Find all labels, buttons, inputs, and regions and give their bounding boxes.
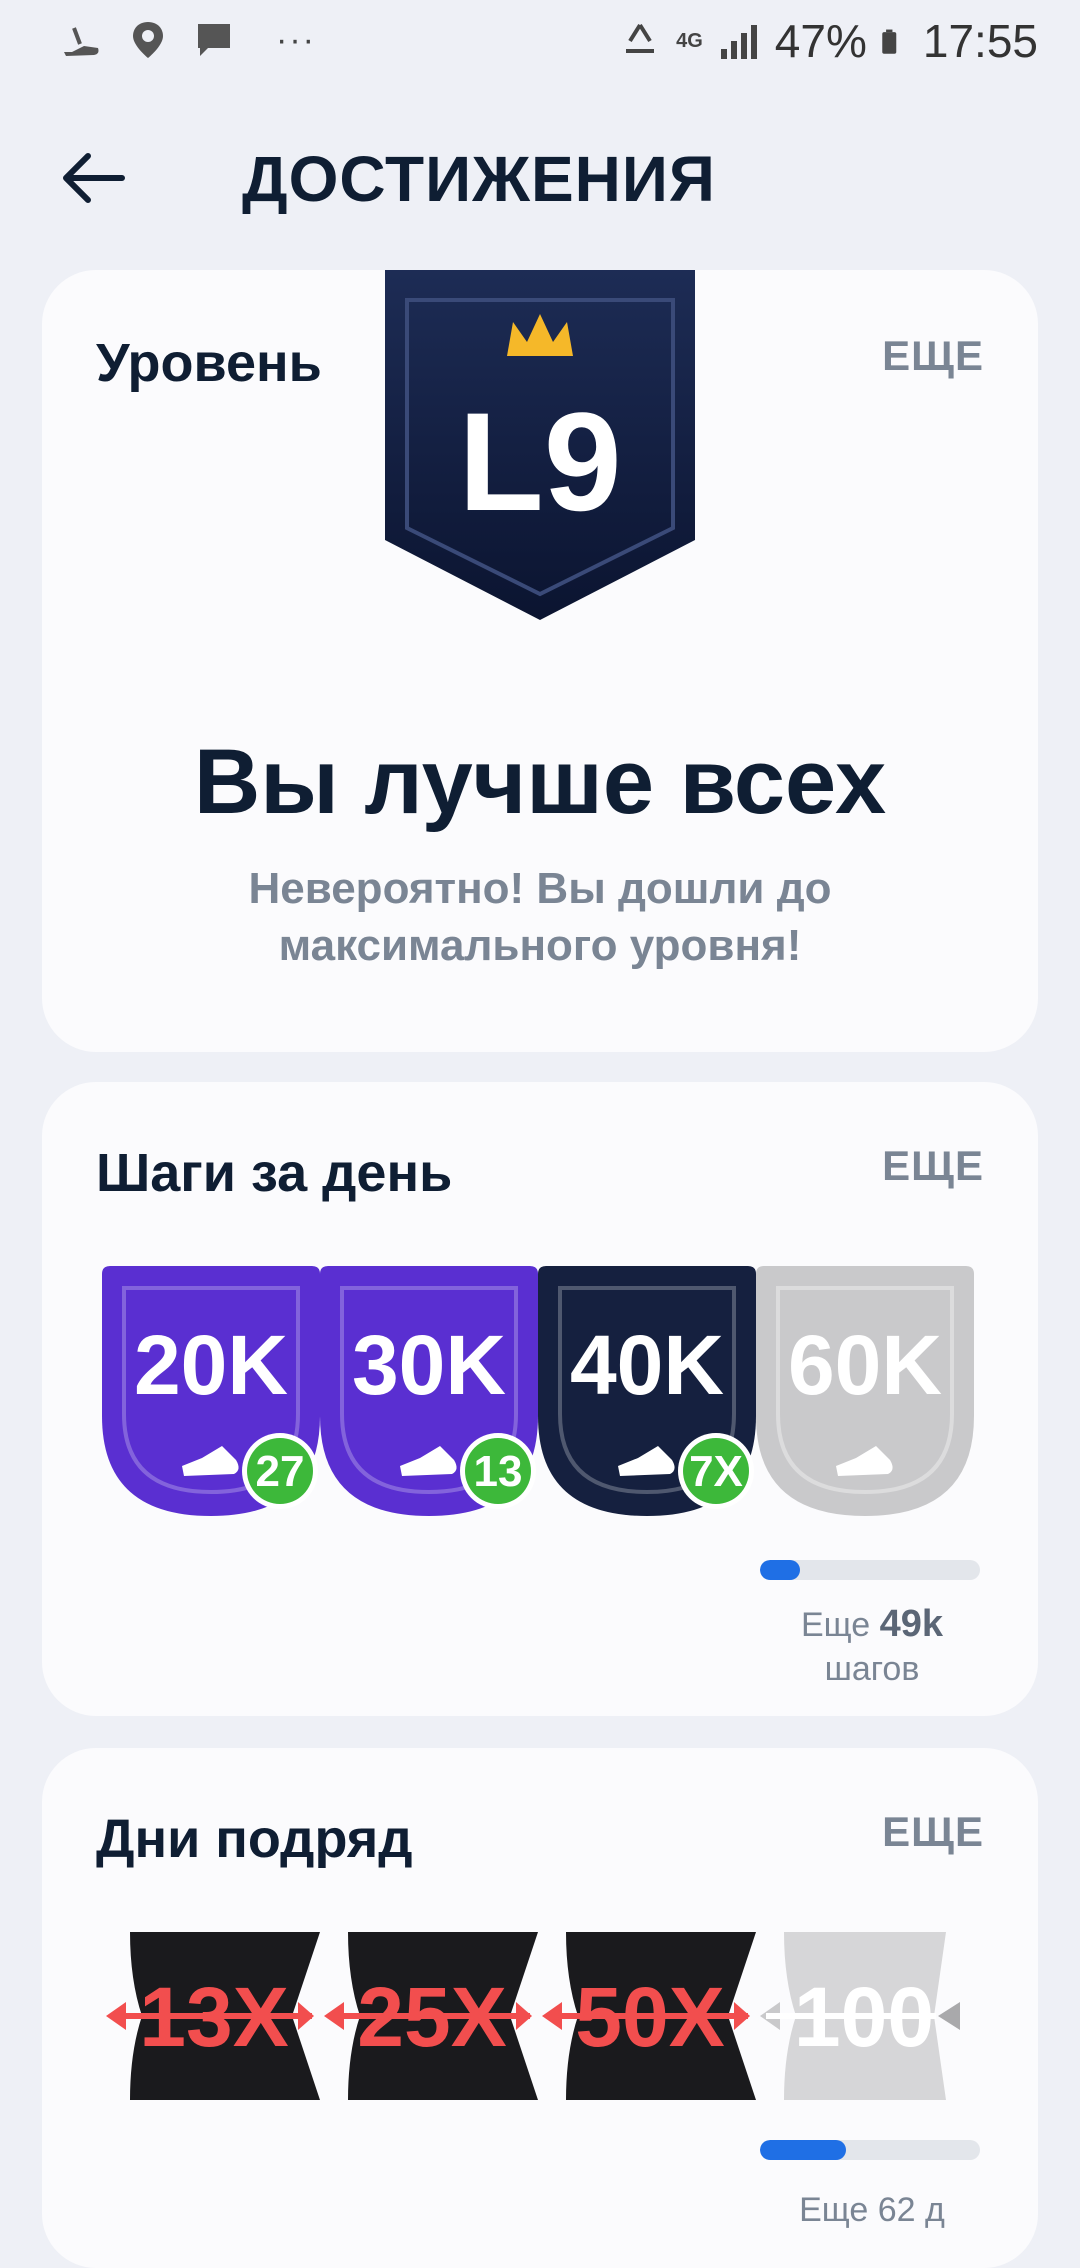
steps-badge-label: 20K (134, 1318, 288, 1412)
steps-remaining-prefix: Еще (800, 1606, 871, 1644)
level-subtitle-line2: максимального уровня! (278, 921, 802, 970)
streak-badge[interactable]: 25X (320, 1932, 538, 2100)
steps-remaining-value: 49k (879, 1603, 944, 1645)
notification-icons: ··· (60, 18, 316, 62)
steps-badge-label: 40K (570, 1318, 724, 1412)
app-header: ДОСТИЖЕНИЯ (0, 120, 1080, 240)
streak-badge-locked[interactable]: 100 (756, 1932, 974, 2100)
streak-progress-fill (760, 2140, 846, 2160)
steps-badge-row: 20K 27 30K 13 40K 7X 60K (102, 1266, 982, 1526)
streak-badge-label: 100 (794, 1970, 934, 2064)
level-card: Уровень ЕЩЕ L9 Вы лучше всех Невероятно!… (42, 270, 1038, 1052)
steps-progress-fill (760, 1560, 800, 1580)
battery-percent: 47% (774, 15, 867, 67)
more-notifications-icon: ··· (276, 20, 316, 59)
steps-more-button[interactable]: ЕЩЕ (882, 1142, 984, 1190)
status-bar: ··· 4G 47% 17:55 (0, 0, 1080, 90)
signal-icon (720, 25, 757, 59)
location-pin-icon (133, 22, 163, 58)
level-subtitle: Невероятно! Вы дошли до максимального ур… (42, 860, 1038, 974)
system-icons: 4G 47% 17:55 (618, 14, 1038, 68)
steps-badge-count: 7X (689, 1447, 743, 1496)
steps-badge[interactable]: 30K 13 (320, 1266, 538, 1516)
streak-badge-label: 13X (139, 1970, 288, 2064)
streak-badge-label: 50X (575, 1970, 724, 2064)
clock: 17:55 (922, 15, 1038, 67)
streak-card: Дни подряд ЕЩЕ 13X 25X 50X 100 Еще 62 д (42, 1748, 1038, 2268)
streak-badge-label: 25X (357, 1970, 506, 2064)
steps-remaining-unit: шагов (824, 1650, 920, 1688)
streak-progress-bar (760, 2140, 980, 2160)
streak-card-title: Дни подряд (96, 1809, 413, 1869)
steps-badge-label: 30K (352, 1318, 506, 1412)
streak-badge[interactable]: 50X (538, 1932, 756, 2100)
streak-more-button[interactable]: ЕЩЕ (882, 1808, 984, 1856)
page-title: ДОСТИЖЕНИЯ (242, 143, 716, 215)
steps-badge-locked[interactable]: 60K (756, 1266, 974, 1516)
streak-badge[interactable]: 13X (102, 1932, 320, 2100)
steps-badge[interactable]: 40K 7X (538, 1266, 756, 1516)
steps-badge-count: 13 (474, 1447, 523, 1496)
streak-remaining: Еще 62 д (799, 2191, 945, 2229)
steps-badge[interactable]: 20K 27 (102, 1266, 320, 1516)
steps-card-title: Шаги за день (96, 1143, 453, 1203)
back-arrow-icon[interactable] (58, 148, 128, 208)
network-type: 4G (676, 30, 703, 52)
steps-badge-count: 27 (256, 1447, 305, 1496)
level-headline: Вы лучше всех (193, 731, 887, 833)
steps-progress-bar (760, 1560, 980, 1580)
level-card-title: Уровень (96, 333, 322, 393)
steps-badge-label: 60K (788, 1318, 942, 1412)
level-badge: L9 (385, 270, 695, 620)
steps-remaining: Еще 49k шагов (732, 1602, 1012, 1691)
daily-steps-card: Шаги за день ЕЩЕ 20K 27 30K 13 40K 7X 60… (42, 1082, 1038, 1716)
level-badge-text: L9 (458, 383, 621, 540)
message-icon (198, 24, 230, 56)
level-more-button[interactable]: ЕЩЕ (882, 332, 984, 380)
battery-icon (882, 29, 897, 54)
recycle-icon (626, 23, 655, 53)
level-subtitle-line1: Невероятно! Вы дошли до (248, 864, 832, 913)
shoe-notification-icon (64, 27, 99, 56)
